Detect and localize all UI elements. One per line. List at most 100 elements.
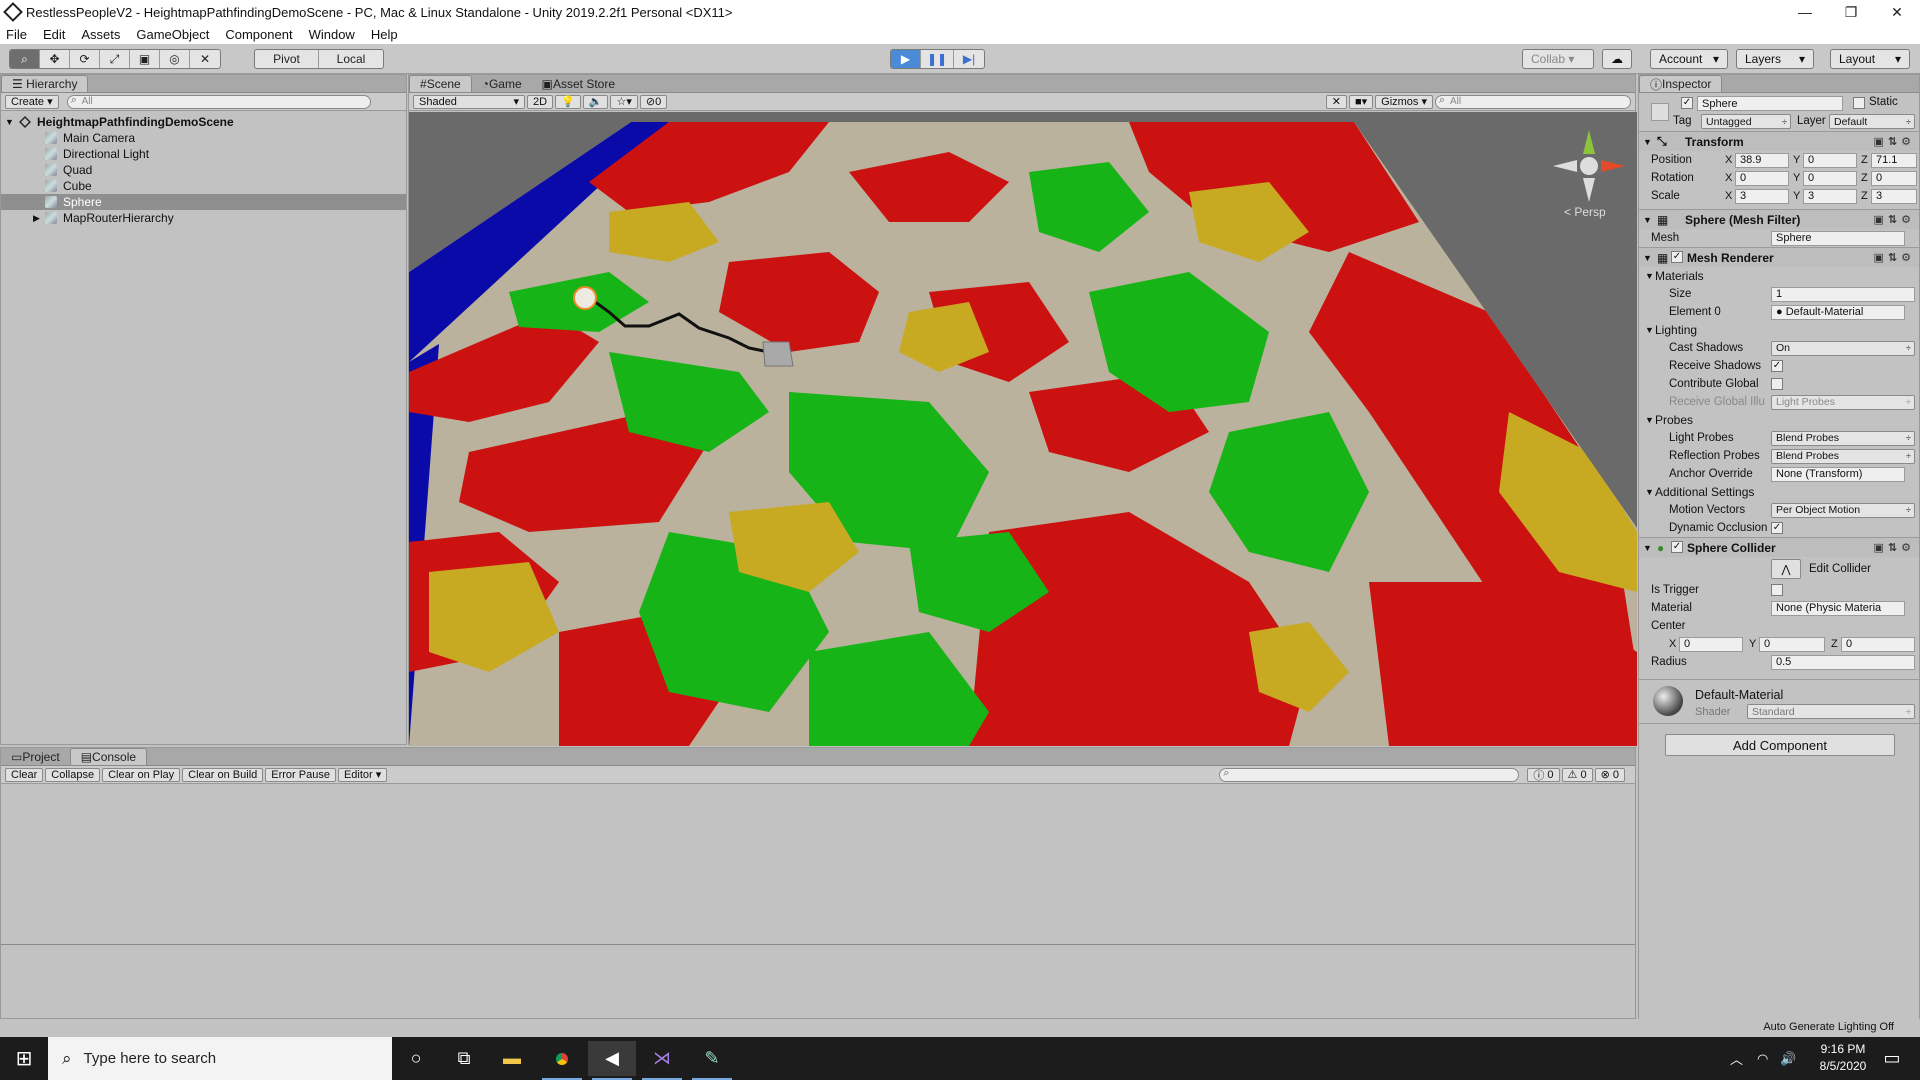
console-detail-area[interactable] bbox=[1, 946, 1635, 1018]
tree-item-main-camera[interactable]: Main Camera bbox=[1, 130, 406, 146]
rotation-x-field[interactable]: 0 bbox=[1735, 170, 1789, 186]
mesh-field[interactable]: Sphere bbox=[1771, 230, 1905, 246]
tab-asset-store[interactable]: ▣ Asset Store bbox=[532, 75, 625, 92]
materials-section[interactable]: ▼ Materials bbox=[1639, 267, 1919, 285]
custom-tool-icon[interactable]: ✕ bbox=[190, 50, 220, 68]
rect-tool-icon[interactable]: ▣ bbox=[130, 50, 160, 68]
probes-section[interactable]: ▼ Probes bbox=[1639, 411, 1919, 429]
tree-item-maprouterhierarchy[interactable]: ▶ MapRouterHierarchy bbox=[1, 210, 406, 226]
lighting-toggle-icon[interactable]: 💡 bbox=[555, 94, 581, 109]
layers-dropdown[interactable]: Layers ▾ bbox=[1736, 49, 1814, 69]
menu-gameobject[interactable]: GameObject bbox=[136, 27, 209, 42]
light-probes-dropdown[interactable]: Blend Probes bbox=[1771, 430, 1915, 446]
menu-window[interactable]: Window bbox=[309, 27, 355, 42]
create-button[interactable]: Create ▾ bbox=[5, 94, 59, 109]
motion-vectors-dropdown[interactable]: Per Object Motion bbox=[1771, 502, 1915, 518]
transform-tool-icon[interactable]: ◎ bbox=[160, 50, 190, 68]
gizmos-dropdown[interactable]: Gizmos ▾ bbox=[1375, 94, 1433, 109]
object-name-field[interactable]: Sphere bbox=[1697, 96, 1843, 111]
sphere-collider-header[interactable]: ▼ ● ✓ Sphere Collider ▣⇅⚙ bbox=[1639, 537, 1919, 557]
network-icon[interactable]: ◠ bbox=[1757, 1051, 1768, 1067]
minimize-button[interactable]: — bbox=[1782, 0, 1828, 24]
element0-field[interactable]: ● Default-Material bbox=[1771, 304, 1905, 320]
mesh-renderer-enabled-checkbox[interactable]: ✓ bbox=[1671, 251, 1683, 263]
terrain-view[interactable]: < Persp bbox=[409, 112, 1637, 746]
rotate-tool-icon[interactable]: ⟳ bbox=[70, 50, 100, 68]
dynamic-occlusion-checkbox[interactable]: ✓ bbox=[1771, 522, 1783, 534]
shader-dropdown[interactable]: Standard bbox=[1747, 704, 1915, 719]
fold-down-icon[interactable]: ▼ bbox=[1643, 543, 1652, 553]
scale-tool-icon[interactable]: ⤢ bbox=[100, 50, 130, 68]
position-x-field[interactable]: 38.9 bbox=[1735, 152, 1789, 168]
additional-settings-section[interactable]: ▼ Additional Settings bbox=[1639, 483, 1919, 501]
component-menu-icon[interactable]: ▣⇅⚙ bbox=[1874, 541, 1915, 554]
tag-dropdown[interactable]: Untagged bbox=[1701, 114, 1791, 129]
tree-item-quad[interactable]: Quad bbox=[1, 162, 406, 178]
error-filter-button[interactable]: ⊗ 0 bbox=[1594, 767, 1625, 782]
layer-dropdown[interactable]: Default bbox=[1829, 114, 1915, 129]
layout-dropdown[interactable]: Layout ▾ bbox=[1830, 49, 1910, 69]
lighting-section[interactable]: ▼ Lighting bbox=[1639, 321, 1919, 339]
tree-item-cube[interactable]: Cube bbox=[1, 178, 406, 194]
scene-viewport[interactable]: < Persp bbox=[409, 112, 1637, 746]
tab-project[interactable]: ▭ Project bbox=[1, 748, 70, 765]
static-checkbox[interactable] bbox=[1853, 97, 1865, 109]
fold-down-icon[interactable]: ▼ bbox=[1643, 137, 1652, 147]
position-y-field[interactable]: 0 bbox=[1803, 152, 1857, 168]
active-checkbox[interactable]: ✓ bbox=[1681, 97, 1693, 109]
audio-toggle-icon[interactable]: 🔈 bbox=[582, 94, 609, 109]
component-menu-icon[interactable]: ▣⇅⚙ bbox=[1874, 251, 1915, 264]
console-log-area[interactable] bbox=[1, 785, 1635, 945]
tools-icon[interactable]: ✕ bbox=[1325, 94, 1347, 109]
camera-icon[interactable]: ■▾ bbox=[1348, 94, 1374, 109]
component-menu-icon[interactable]: ▣⇅⚙ bbox=[1874, 135, 1915, 148]
auto-lighting-status[interactable]: Auto Generate Lighting Off bbox=[1763, 1021, 1894, 1033]
rotation-y-field[interactable]: 0 bbox=[1803, 170, 1857, 186]
taskbar-search-input[interactable]: ⌕ Type here to search bbox=[48, 1037, 392, 1080]
tab-console[interactable]: ▤ Console bbox=[69, 748, 148, 765]
tray-chevron-icon[interactable]: ︿ bbox=[1730, 1049, 1743, 1068]
sphere-collider-enabled-checkbox[interactable]: ✓ bbox=[1671, 541, 1683, 553]
play-button-icon[interactable]: ▶ bbox=[891, 50, 921, 68]
center-z-field[interactable]: 0 bbox=[1841, 636, 1915, 652]
position-z-field[interactable]: 71.1 bbox=[1871, 152, 1917, 168]
menu-help[interactable]: Help bbox=[371, 27, 398, 42]
center-y-field[interactable]: 0 bbox=[1759, 636, 1825, 652]
hidden-count[interactable]: ⊘ 0 bbox=[639, 94, 668, 109]
mesh-renderer-header[interactable]: ▼ ▦ ✓ Mesh Renderer ▣⇅⚙ bbox=[1639, 247, 1919, 267]
windows-start-icon[interactable]: ⊞ bbox=[0, 1037, 48, 1080]
notifications-icon[interactable]: ▭ bbox=[1872, 1041, 1912, 1076]
close-button[interactable]: ✕ bbox=[1874, 0, 1920, 24]
scale-x-field[interactable]: 3 bbox=[1735, 188, 1789, 204]
tab-game[interactable]: ◔ Game bbox=[472, 75, 532, 92]
edit-collider-button-icon[interactable]: ⋀ bbox=[1771, 559, 1801, 579]
effects-toggle-icon[interactable]: ☆▾ bbox=[610, 94, 638, 109]
receive-gi-dropdown[interactable]: Light Probes bbox=[1771, 394, 1915, 410]
fold-down-icon[interactable]: ▼ bbox=[1643, 215, 1652, 225]
tab-scene[interactable]: # Scene bbox=[409, 75, 472, 92]
file-explorer-icon[interactable]: ▬ bbox=[488, 1041, 536, 1076]
receive-shadows-checkbox[interactable]: ✓ bbox=[1771, 360, 1783, 372]
contribute-gi-checkbox[interactable] bbox=[1771, 378, 1783, 390]
clear-on-play-button[interactable]: Clear on Play bbox=[102, 767, 181, 782]
scale-y-field[interactable]: 3 bbox=[1803, 188, 1857, 204]
mesh-filter-header[interactable]: ▼ ▦ Sphere (Mesh Filter) ▣⇅⚙ bbox=[1639, 209, 1919, 229]
chrome-icon[interactable] bbox=[538, 1041, 586, 1080]
rotation-z-field[interactable]: 0 bbox=[1871, 170, 1917, 186]
local-button[interactable]: Local bbox=[319, 50, 383, 68]
unity-taskbar-icon[interactable]: ◀ bbox=[588, 1041, 636, 1080]
menu-component[interactable]: Component bbox=[225, 27, 292, 42]
tab-inspector[interactable]: ⓘ Inspector bbox=[1639, 75, 1723, 92]
clear-button[interactable]: Clear bbox=[5, 767, 44, 782]
radius-field[interactable]: 0.5 bbox=[1771, 654, 1915, 670]
fold-down-icon[interactable]: ▼ bbox=[1643, 253, 1652, 263]
scale-z-field[interactable]: 3 bbox=[1871, 188, 1917, 204]
add-component-button[interactable]: Add Component bbox=[1665, 734, 1895, 756]
pivot-button[interactable]: Pivot bbox=[255, 50, 319, 68]
scene-root[interactable]: ▼ HeightmapPathfindingDemoScene bbox=[1, 114, 406, 130]
editor-dropdown[interactable]: Editor ▾ bbox=[337, 767, 388, 782]
menu-edit[interactable]: Edit bbox=[43, 27, 65, 42]
collab-dropdown[interactable]: Collab ▾ bbox=[1522, 49, 1594, 69]
cast-shadows-dropdown[interactable]: On bbox=[1771, 340, 1915, 356]
step-button-icon[interactable]: ▶| bbox=[954, 50, 984, 68]
